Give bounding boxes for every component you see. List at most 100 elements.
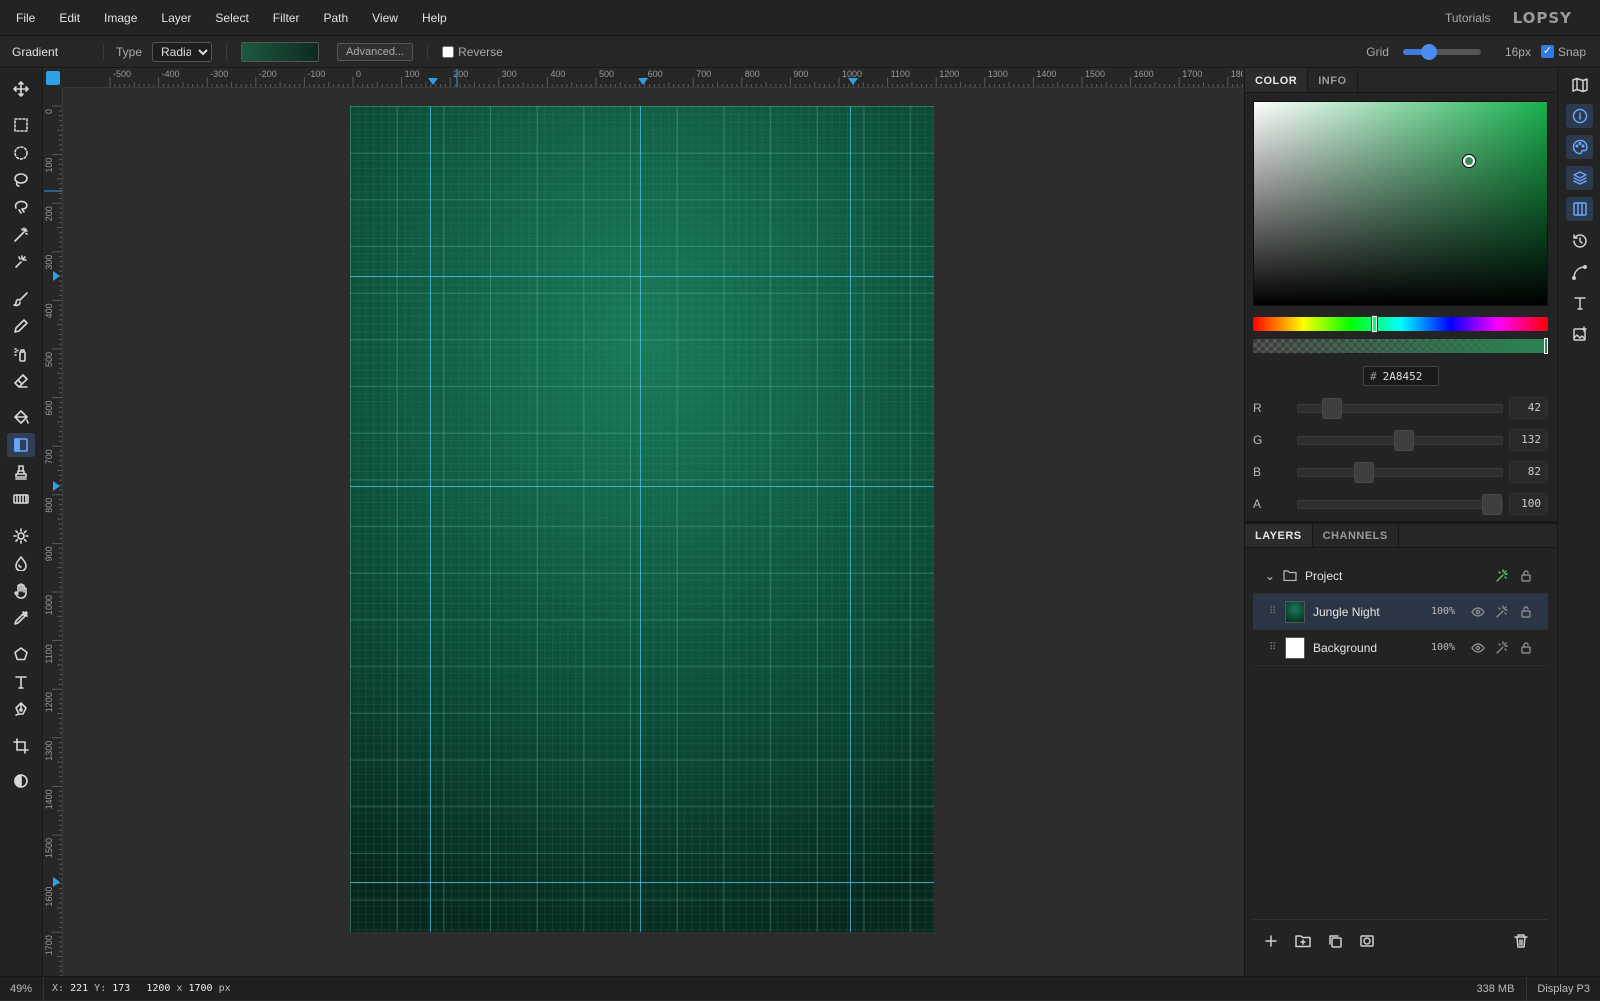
rect-select-tool[interactable]: [7, 113, 35, 137]
lasso-tool[interactable]: [7, 168, 35, 192]
delete-layer-button[interactable]: [1513, 933, 1529, 949]
shape-tool[interactable]: [7, 642, 35, 666]
menu-help[interactable]: Help: [410, 11, 459, 25]
layer-opacity[interactable]: 100%: [1431, 642, 1455, 653]
menu-layer[interactable]: Layer: [149, 11, 203, 25]
color-panel-button[interactable]: [1566, 135, 1593, 159]
layer-opacity[interactable]: 100%: [1431, 606, 1455, 617]
menu-file[interactable]: File: [0, 11, 47, 25]
ruler-top[interactable]: -500-400-300-200-10001002003004005006007…: [63, 69, 1243, 88]
contrast-tool[interactable]: [7, 769, 35, 793]
guide-marker[interactable]: [638, 78, 648, 85]
reverse-checkbox[interactable]: Reverse: [442, 45, 503, 59]
channel-value-input[interactable]: 132: [1509, 429, 1548, 451]
layer-group-project[interactable]: ⌄ Project: [1253, 558, 1548, 594]
dodge-tool[interactable]: [7, 524, 35, 548]
tab-channels[interactable]: CHANNELS: [1313, 524, 1399, 547]
channel-value-input[interactable]: 42: [1509, 397, 1548, 419]
color-profile[interactable]: Display P3: [1527, 983, 1600, 995]
channel-slider[interactable]: [1297, 468, 1503, 477]
effects-icon[interactable]: [1495, 641, 1509, 655]
alpha-slider-knob[interactable]: [1544, 338, 1548, 354]
add-group-button[interactable]: [1295, 933, 1311, 949]
effects-icon[interactable]: [1495, 569, 1509, 583]
channels-panel-button[interactable]: [1566, 197, 1593, 221]
guide-vertical[interactable]: [430, 106, 431, 932]
lock-icon[interactable]: [1519, 569, 1533, 583]
guide-marker[interactable]: [53, 481, 60, 491]
guide-marker[interactable]: [53, 877, 60, 887]
quick-select-tool[interactable]: [7, 250, 35, 274]
snap-checkbox[interactable]: ✓ Snap: [1541, 45, 1586, 59]
guide-marker[interactable]: [428, 78, 438, 85]
channel-slider-thumb[interactable]: [1394, 430, 1414, 451]
guide-vertical[interactable]: [850, 106, 851, 932]
color-picker-cursor[interactable]: [1463, 155, 1475, 167]
gradient-type-select[interactable]: Radial: [152, 42, 212, 62]
advanced-button[interactable]: Advanced...: [337, 43, 413, 61]
chevron-down-icon[interactable]: ⌄: [1263, 569, 1277, 583]
character-panel-button[interactable]: [1566, 291, 1593, 315]
tab-layers[interactable]: LAYERS: [1245, 524, 1313, 547]
hue-slider[interactable]: [1253, 317, 1548, 331]
ruler-origin-marker[interactable]: [46, 71, 60, 85]
zoom-level[interactable]: 49%: [0, 977, 44, 1001]
menu-image[interactable]: Image: [92, 11, 149, 25]
menu-select[interactable]: Select: [203, 11, 260, 25]
smudge-tool[interactable]: [7, 579, 35, 603]
ruler-left[interactable]: 0100200300400500600700800900100011001200…: [44, 88, 63, 976]
guide-vertical[interactable]: [640, 106, 641, 932]
channel-slider-thumb[interactable]: [1354, 462, 1374, 483]
tab-info[interactable]: INFO: [1308, 69, 1357, 92]
image-panel-button[interactable]: [1566, 322, 1593, 346]
hex-input[interactable]: # 2A8452: [1363, 366, 1439, 386]
drag-handle-icon[interactable]: ⠿: [1269, 609, 1277, 615]
guide-marker[interactable]: [53, 271, 60, 281]
add-layer-button[interactable]: [1263, 933, 1279, 949]
grid-slider[interactable]: [1403, 49, 1481, 55]
menu-edit[interactable]: Edit: [47, 11, 92, 25]
text-tool[interactable]: [7, 670, 35, 694]
guide-marker[interactable]: [848, 78, 858, 85]
channel-slider[interactable]: [1297, 436, 1503, 445]
duplicate-layer-button[interactable]: [1327, 933, 1343, 949]
menu-path[interactable]: Path: [311, 11, 360, 25]
bucket-fill-tool[interactable]: [7, 405, 35, 429]
magic-wand-tool[interactable]: [7, 223, 35, 247]
menu-filter[interactable]: Filter: [261, 11, 312, 25]
add-mask-button[interactable]: [1359, 933, 1375, 949]
info-panel-button[interactable]: [1566, 104, 1593, 128]
paths-panel-button[interactable]: [1566, 260, 1593, 284]
document-canvas[interactable]: [350, 106, 934, 932]
clone-stamp-tool[interactable]: [7, 460, 35, 484]
menu-view[interactable]: View: [360, 11, 410, 25]
navigator-button[interactable]: [1566, 73, 1593, 97]
lock-icon[interactable]: [1519, 605, 1533, 619]
history-panel-button[interactable]: [1566, 229, 1593, 253]
channel-slider-thumb[interactable]: [1482, 494, 1502, 515]
channel-slider[interactable]: [1297, 500, 1503, 509]
ruler-corner[interactable]: [44, 69, 63, 88]
pencil-tool[interactable]: [7, 314, 35, 338]
eyedropper-tool[interactable]: [7, 606, 35, 630]
drag-handle-icon[interactable]: ⠿: [1269, 645, 1277, 651]
eye-icon[interactable]: [1471, 641, 1485, 655]
spray-tool[interactable]: [7, 342, 35, 366]
saturation-value-picker[interactable]: [1253, 101, 1548, 306]
guide-horizontal[interactable]: [350, 486, 934, 487]
layers-panel-button[interactable]: [1566, 166, 1593, 190]
layer-row-jungle-night[interactable]: ⠿ Jungle Night 100%: [1253, 594, 1548, 630]
lock-icon[interactable]: [1519, 641, 1533, 655]
tutorials-link[interactable]: Tutorials: [1445, 11, 1491, 25]
channel-value-input[interactable]: 82: [1509, 461, 1548, 483]
magnetic-lasso-tool[interactable]: [7, 195, 35, 219]
move-tool[interactable]: [7, 77, 35, 101]
gradient-tool[interactable]: [7, 433, 35, 457]
tab-color[interactable]: COLOR: [1245, 69, 1308, 92]
gradient-swatch[interactable]: [241, 42, 319, 62]
guide-horizontal[interactable]: [350, 276, 934, 277]
grid-slider-knob[interactable]: [1421, 44, 1437, 60]
guide-horizontal[interactable]: [350, 882, 934, 883]
ellipse-select-tool[interactable]: [7, 141, 35, 165]
alpha-slider[interactable]: [1253, 339, 1548, 353]
